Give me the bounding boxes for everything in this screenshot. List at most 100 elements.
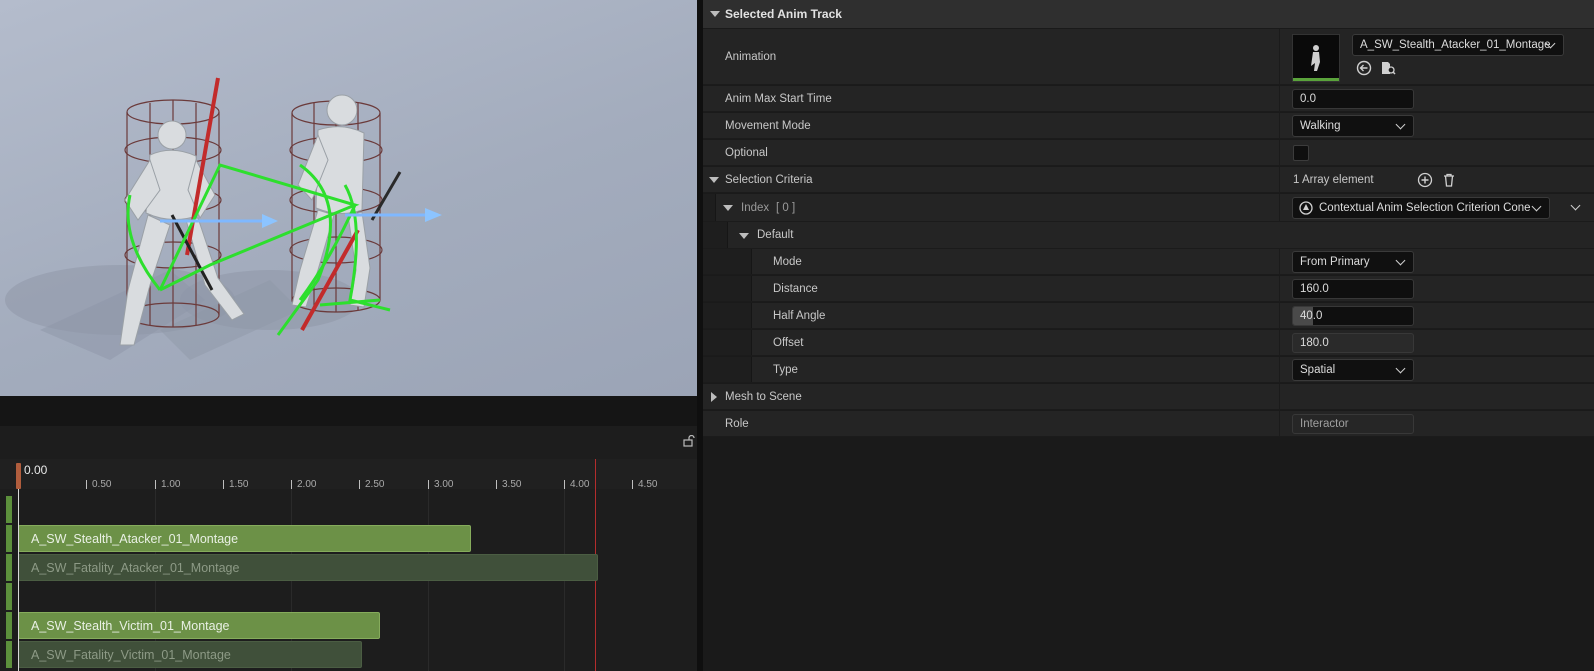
row-mesh-to-scene[interactable]: Mesh to Scene — [703, 384, 1594, 410]
row-distance: Distance 160.0 — [703, 276, 1594, 302]
collapsed-arrow-icon[interactable] — [711, 392, 717, 402]
scene-render — [5, 77, 442, 360]
ruler-tick-label: 0.50 — [92, 479, 112, 490]
row-selection-criteria[interactable]: Selection Criteria 1 Array element — [703, 167, 1594, 193]
row-type: Type Spatial — [703, 357, 1594, 383]
mode-dropdown[interactable]: From Primary — [1292, 251, 1414, 273]
movement-mode-value: Walking — [1300, 120, 1341, 132]
details-panel: Selected Anim Track Animation A_SW_Steal… — [703, 0, 1594, 671]
figure-thumbnail-icon — [1311, 45, 1320, 71]
lane-marker — [6, 496, 12, 523]
add-element-icon[interactable] — [1417, 172, 1433, 188]
lane-marker — [6, 583, 12, 610]
label-distance: Distance — [773, 283, 818, 295]
ruler-tick — [86, 480, 87, 489]
ruler-tick — [496, 480, 497, 489]
role-readonly-field: Interactor — [1292, 414, 1414, 434]
browse-asset-icon[interactable] — [1380, 60, 1396, 76]
expand-arrow-icon[interactable] — [723, 205, 733, 211]
label-index: Index — [741, 202, 770, 214]
playhead-handle[interactable] — [16, 463, 21, 489]
ruler-tick — [291, 480, 292, 489]
row-movement-mode: Movement Mode Walking — [703, 113, 1594, 139]
row-default[interactable]: Default — [703, 222, 1594, 249]
track-clip[interactable]: A_SW_Fatality_Atacker_01_Montage — [18, 554, 598, 581]
element-options-chevron-icon[interactable] — [1570, 200, 1581, 211]
type-dropdown[interactable]: Spatial — [1292, 359, 1414, 381]
row-mode: Mode From Primary — [703, 249, 1594, 275]
chevron-down-icon — [1395, 363, 1406, 374]
label-selection-criteria: Selection Criteria — [725, 174, 813, 186]
current-time: 0.00 — [24, 463, 48, 477]
chevron-down-icon — [1531, 201, 1542, 212]
row-offset: Offset 180.0 — [703, 330, 1594, 356]
type-value: Spatial — [1300, 364, 1336, 376]
ruler-tick-label: 3.50 — [502, 479, 522, 490]
row-half-angle: Half Angle 40.0 — [703, 303, 1594, 329]
ruler-tick-label: 4.00 — [570, 479, 590, 490]
lane-marker — [6, 612, 12, 639]
animation-asset-picker[interactable]: A_SW_Stealth_Atacker_01_Montage — [1352, 34, 1564, 56]
label-half-angle: Half Angle — [773, 310, 826, 322]
track-clip[interactable]: A_SW_Stealth_Victim_01_Montage — [18, 612, 380, 639]
track-clip[interactable]: A_SW_Fatality_Victim_01_Montage — [18, 641, 362, 668]
optional-checkbox[interactable] — [1293, 145, 1309, 161]
row-animation: Animation A_SW_Stealth_Atacker_01_Montag… — [703, 29, 1594, 85]
ruler-tick — [632, 480, 633, 489]
label-type: Type — [773, 364, 798, 376]
ruler-tick — [223, 480, 224, 489]
row-index-0[interactable]: Index [ 0 ] Contextual Anim Selection Cr… — [703, 194, 1594, 222]
label-animation: Animation — [725, 51, 777, 63]
ruler-tick-label: 2.00 — [297, 479, 317, 490]
delete-all-icon[interactable] — [1441, 172, 1457, 188]
animation-thumbnail[interactable] — [1292, 34, 1340, 82]
label-mesh-to-scene: Mesh to Scene — [725, 391, 802, 403]
playhead-line — [18, 489, 19, 671]
ruler-tick — [564, 480, 565, 489]
use-selected-asset-icon[interactable] — [1356, 60, 1372, 76]
ruler-tick-label: 1.00 — [161, 479, 181, 490]
track-clip[interactable]: A_SW_Stealth_Atacker_01_Montage — [18, 525, 471, 552]
ruler-tick-label: 4.50 — [638, 479, 658, 490]
3d-viewport[interactable] — [0, 0, 697, 396]
class-icon — [1299, 201, 1313, 215]
label-anim-max-start-time: Anim Max Start Time — [725, 93, 832, 105]
array-count: 1 Array element — [1293, 174, 1374, 186]
row-role: Role Interactor — [703, 411, 1594, 437]
ruler-tick — [155, 480, 156, 489]
distance-input[interactable]: 160.0 — [1292, 279, 1414, 299]
ruler-tick-label: 3.00 — [434, 479, 454, 490]
label-movement-mode: Movement Mode — [725, 120, 811, 132]
expand-arrow-icon[interactable] — [739, 233, 749, 239]
label-offset: Offset — [773, 337, 804, 349]
label-optional: Optional — [725, 147, 768, 159]
half-angle-input[interactable]: 40.0 — [1292, 306, 1414, 326]
row-optional: Optional — [703, 140, 1594, 166]
chevron-down-icon — [1395, 119, 1406, 130]
label-default: Default — [757, 229, 794, 241]
movement-mode-dropdown[interactable]: Walking — [1292, 115, 1414, 137]
offset-input[interactable]: 180.0 — [1292, 333, 1414, 353]
animation-asset-value: A_SW_Stealth_Atacker_01_Montage — [1360, 39, 1551, 51]
lane-marker — [6, 641, 12, 668]
criterion-class-picker[interactable]: Contextual Anim Selection Criterion Cone — [1292, 197, 1550, 219]
index-number: [ 0 ] — [776, 202, 796, 214]
criterion-class-value: Contextual Anim Selection Criterion Cone — [1319, 202, 1531, 214]
label-role: Role — [725, 418, 749, 430]
mode-value: From Primary — [1300, 256, 1370, 268]
category-header-selected-anim-track[interactable]: Selected Anim Track — [703, 0, 1594, 28]
lock-icon[interactable] — [683, 435, 695, 447]
timeline-header — [0, 396, 697, 426]
expand-arrow-icon[interactable] — [710, 11, 720, 17]
anim-timeline[interactable]: 0.00 0.50 1.00 1.50 2.00 2.50 3.00 3.50 4.00 4.5… — [0, 396, 697, 671]
ruler-tick — [359, 480, 360, 489]
lane-marker — [6, 525, 12, 552]
anim-max-start-time-input[interactable]: 0.0 — [1292, 89, 1414, 109]
row-anim-max-start-time: Anim Max Start Time 0.0 — [703, 86, 1594, 112]
ruler-tick-label: 1.50 — [229, 479, 249, 490]
label-mode: Mode — [773, 256, 802, 268]
chevron-down-icon — [1395, 255, 1406, 266]
expand-arrow-icon[interactable] — [709, 177, 719, 183]
lane-marker — [6, 554, 12, 581]
ruler-tick — [428, 480, 429, 489]
